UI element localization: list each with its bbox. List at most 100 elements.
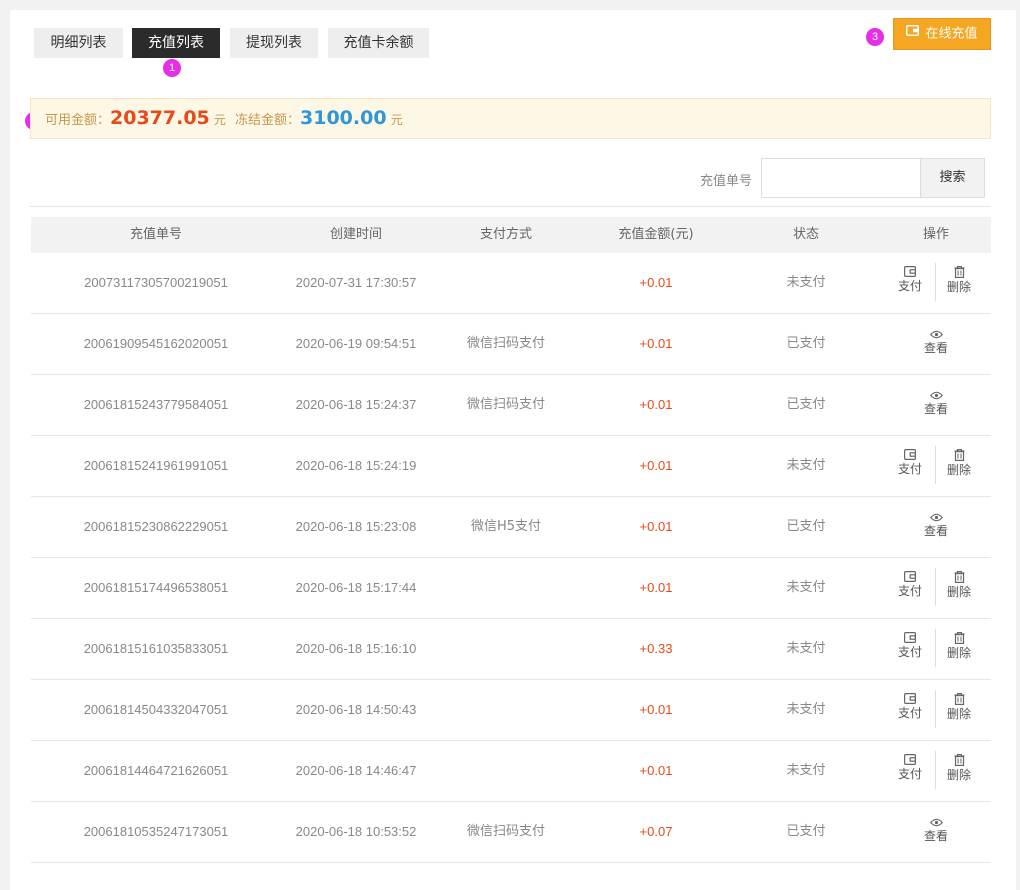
recharge-amount: +0.01: [639, 275, 673, 290]
tab-recharge-list[interactable]: 充值列表: [132, 28, 220, 58]
wallet-icon: [890, 449, 930, 460]
tab-withdraw-list[interactable]: 提现列表: [230, 28, 318, 58]
table-row: 20061814464721626051 2020-06-18 14:46:47 +…: [31, 741, 991, 802]
order-status: 已支付: [786, 519, 826, 534]
created-time: 2020-06-18 15:24:37: [295, 397, 417, 412]
available-label: 可用金额：: [45, 113, 111, 128]
pay-button[interactable]: 支付: [890, 754, 930, 781]
payment-method: [431, 741, 581, 801]
pay-label: 支付: [897, 767, 922, 781]
frozen-unit: 元: [390, 113, 403, 127]
delete-label: 删除: [946, 707, 971, 721]
row-actions: 支付 删除: [886, 619, 986, 679]
order-number: 20061815241961991051: [83, 458, 229, 473]
view-button[interactable]: 查看: [916, 391, 956, 416]
trash-icon: [939, 571, 979, 583]
wallet-icon: [906, 18, 920, 48]
header-actions: 操作: [922, 227, 949, 242]
order-search-input[interactable]: [761, 158, 921, 198]
recharge-amount: +0.01: [639, 580, 673, 595]
divider: [30, 206, 991, 207]
frozen-balance: 冻结金额：3100.00 元: [235, 99, 403, 138]
pay-button[interactable]: 支付: [890, 693, 930, 720]
payment-method: [431, 558, 581, 618]
recharge-amount: +0.01: [639, 336, 673, 351]
row-actions: 查看: [886, 314, 986, 374]
delete-label: 删除: [946, 280, 971, 294]
order-number: 20061815243779584051: [83, 397, 229, 412]
payment-method: [431, 436, 581, 496]
delete-button[interactable]: 删除: [939, 266, 979, 294]
eye-icon: [916, 513, 956, 522]
action-divider: [935, 690, 936, 728]
delete-button[interactable]: 删除: [939, 571, 979, 599]
order-status: 已支付: [786, 824, 826, 839]
available-amount: 20377.05: [110, 107, 210, 129]
tab-card-balance[interactable]: 充值卡余额: [328, 28, 429, 58]
order-status: 未支付: [786, 275, 826, 290]
delete-button[interactable]: 删除: [939, 449, 979, 477]
pay-label: 支付: [897, 706, 922, 720]
pay-button[interactable]: 支付: [890, 449, 930, 476]
delete-button[interactable]: 删除: [939, 632, 979, 660]
trash-icon: [939, 632, 979, 644]
row-actions: 支付 删除: [886, 253, 986, 313]
table-row: 20061815241961991051 2020-06-18 15:24:19 +…: [31, 436, 991, 497]
table-row: 20061815174496538051 2020-06-18 15:17:44 +…: [31, 558, 991, 619]
action-divider: [935, 751, 936, 789]
payment-method: 微信扫码支付: [466, 336, 545, 351]
pay-label: 支付: [897, 462, 922, 476]
recharge-amount: +0.01: [639, 702, 673, 717]
delete-button[interactable]: 删除: [939, 693, 979, 721]
table-row: 20061815161035833051 2020-06-18 15:16:10 +…: [31, 619, 991, 680]
frozen-label: 冻结金额：: [235, 113, 301, 128]
delete-label: 删除: [946, 463, 971, 477]
view-button[interactable]: 查看: [916, 818, 956, 843]
payment-method: [431, 619, 581, 679]
trash-icon: [939, 266, 979, 278]
pay-button[interactable]: 支付: [890, 632, 930, 659]
table-header: 充值单号 创建时间 支付方式 充值金额(元) 状态 操作: [31, 217, 991, 253]
payment-method: 微信H5支付: [470, 519, 542, 534]
wallet-icon: [890, 693, 930, 704]
delete-button[interactable]: 删除: [939, 754, 979, 782]
payment-method: 微信扫码支付: [466, 397, 545, 412]
view-button[interactable]: 查看: [916, 330, 956, 355]
order-status: 未支付: [786, 702, 826, 717]
action-divider: [935, 446, 936, 484]
action-divider: [935, 629, 936, 667]
search-button[interactable]: 搜索: [920, 158, 985, 198]
pay-button[interactable]: 支付: [890, 571, 930, 598]
tab-detail-list[interactable]: 明细列表: [34, 28, 123, 58]
table-row: 20061909545162020051 2020-06-19 09:54:51 微…: [31, 314, 991, 375]
search-label: 充值单号: [700, 174, 753, 189]
created-time: 2020-06-19 09:54:51: [295, 336, 417, 351]
pay-label: 支付: [897, 279, 922, 293]
header-created-time: 创建时间: [329, 227, 382, 242]
payment-method: [431, 253, 581, 313]
view-label: 查看: [923, 402, 948, 416]
payment-method: [431, 680, 581, 740]
header-amount: 充值金额(元): [618, 227, 694, 242]
header-status: 状态: [792, 227, 819, 242]
eye-icon: [916, 330, 956, 339]
table-row: 20061815243779584051 2020-06-18 15:24:37 微…: [31, 375, 991, 436]
wallet-icon: [890, 266, 930, 277]
created-time: 2020-06-18 15:23:08: [295, 519, 417, 534]
marker-1: 1: [163, 59, 181, 77]
view-button[interactable]: 查看: [916, 513, 956, 538]
delete-label: 删除: [946, 585, 971, 599]
order-number: 20061815161035833051: [83, 641, 229, 656]
online-recharge-button[interactable]: 在线充值: [893, 18, 991, 50]
wallet-icon: [890, 571, 930, 582]
created-time: 2020-06-18 15:24:19: [295, 458, 417, 473]
action-divider: [935, 263, 936, 301]
eye-icon: [916, 391, 956, 400]
row-actions: 支付 删除: [886, 558, 986, 618]
recharge-amount: +0.01: [639, 519, 673, 534]
table-row: 20073117305700219051 2020-07-31 17:30:57 +…: [31, 253, 991, 314]
row-actions: 支付 删除: [886, 680, 986, 740]
view-label: 查看: [923, 829, 948, 843]
recharge-amount: +0.07: [639, 824, 673, 839]
pay-button[interactable]: 支付: [890, 266, 930, 293]
